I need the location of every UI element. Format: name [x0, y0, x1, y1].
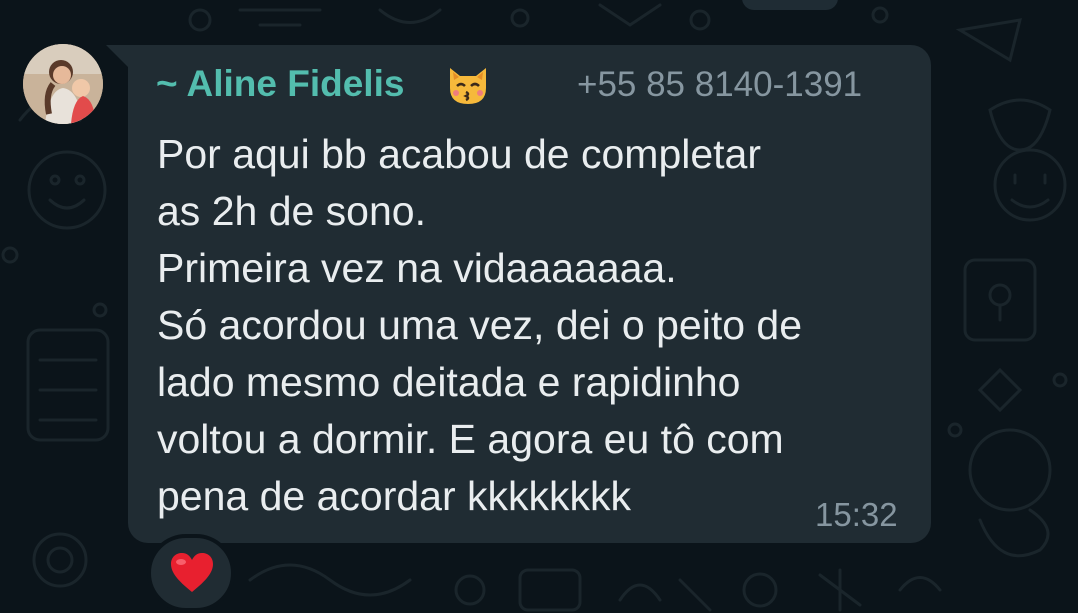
- message-line: Por aqui bb acabou de completar: [157, 131, 762, 177]
- top-edge-element: [742, 0, 838, 10]
- message-line: voltou a dormir. E agora eu tô com: [157, 416, 784, 462]
- sender-phone-number: +55 85 8140-1391: [577, 65, 863, 104]
- bubble-tail: [106, 45, 128, 67]
- message-timestamp: 15:32: [815, 496, 898, 533]
- message-line: Primeira vez na vidaaaaaaa.: [157, 245, 677, 291]
- sender-avatar[interactable]: [23, 44, 103, 124]
- sender-name[interactable]: ~ Aline Fidelis: [156, 62, 404, 106]
- red-heart-icon: [171, 553, 213, 592]
- message-line: Só acordou uma vez, dei o peito de: [157, 302, 803, 348]
- message-line: as 2h de sono.: [157, 188, 426, 234]
- message-body: Por aqui bb acabou de completar as 2h de…: [157, 126, 917, 525]
- message-line: pena de acordar kkkkkkkk: [157, 473, 632, 519]
- reaction-badge[interactable]: [147, 534, 235, 612]
- message-line: lado mesmo deitada e rapidinho: [157, 359, 741, 405]
- avatar-photo: [23, 44, 103, 124]
- kissing-cat-icon: [450, 68, 486, 104]
